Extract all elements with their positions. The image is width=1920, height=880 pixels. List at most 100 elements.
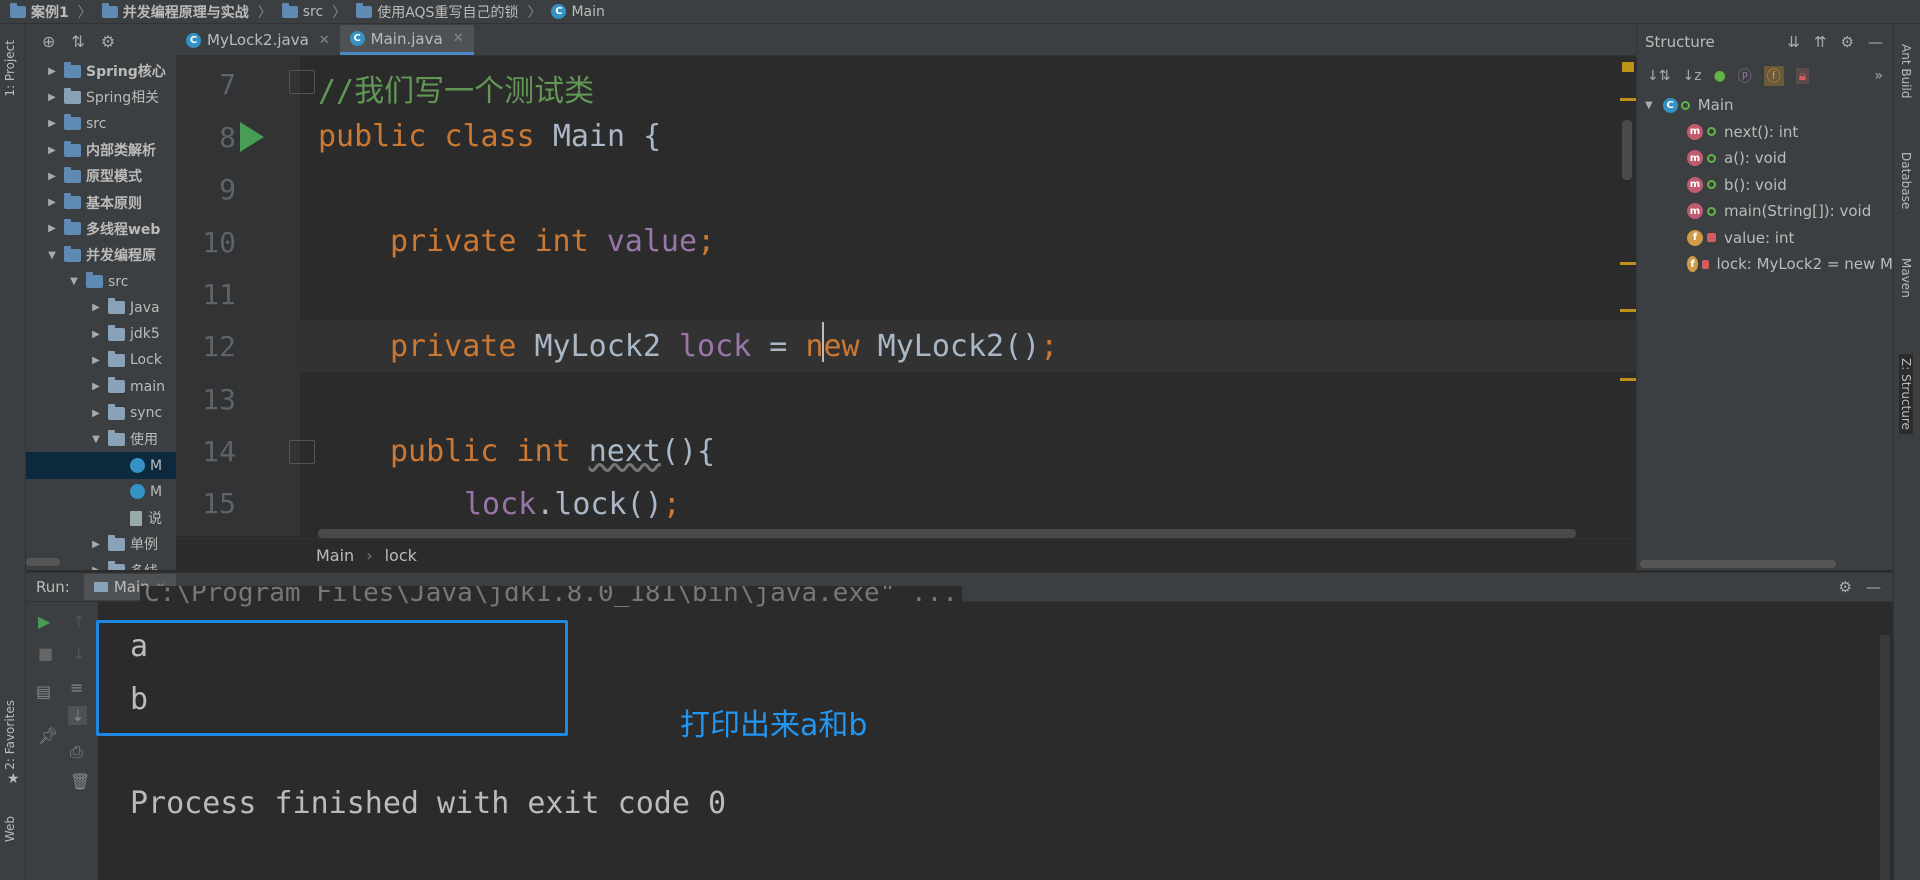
chevron-right-icon[interactable]: ▶	[46, 92, 58, 103]
tree-item[interactable]: ▶ Spring核心	[26, 58, 176, 84]
tree-item[interactable]: ▶ 内部类解析	[26, 137, 176, 163]
gear-icon[interactable]: ⚙	[1839, 578, 1852, 596]
rerun-icon[interactable]: ▶	[38, 612, 50, 631]
scroll-to-end-icon[interactable]: ⇣	[68, 706, 88, 725]
project-tool-tab[interactable]: 1: Project	[3, 40, 17, 97]
maven-tool-tab[interactable]: Maven	[1899, 258, 1913, 298]
expand-all-icon[interactable]: ⇊	[1787, 33, 1800, 51]
run-gutter-icon[interactable]	[240, 122, 264, 152]
close-icon[interactable]: ✕	[453, 31, 464, 46]
tree-item[interactable]: ▼ 并发编程原	[26, 242, 176, 268]
sort-alphabetically-icon[interactable]: ↓z	[1682, 68, 1701, 84]
sort-by-visibility-icon[interactable]: ↓⇅	[1647, 68, 1670, 84]
tree-item[interactable]: ▶ main	[26, 374, 176, 400]
target-icon[interactable]: ⊕	[42, 32, 55, 51]
structure-item[interactable]: f lock: MyLock2 = new M	[1637, 251, 1893, 278]
trash-icon[interactable]: 🗑︎	[70, 772, 90, 791]
breadcrumb-item-class[interactable]: C Main	[551, 4, 605, 20]
soft-wrap-icon[interactable]: ≡	[70, 678, 83, 697]
favorites-tool-tab[interactable]: 2: Favorites	[3, 700, 17, 770]
editor-vertical-scrollbar[interactable]	[1622, 120, 1632, 180]
tree-item[interactable]: ▶ Lock	[26, 347, 176, 373]
up-arrow-icon[interactable]: ↑	[72, 612, 85, 631]
editor-crumb-field[interactable]: lock	[385, 546, 417, 565]
tree-item[interactable]: ▶ Spring相关	[26, 84, 176, 110]
tree-item[interactable]: ▶ 原型模式	[26, 163, 176, 189]
show-fields-icon[interactable]: ⓕ	[1763, 66, 1784, 86]
chevron-right-icon[interactable]: ▶	[46, 197, 58, 208]
chevron-right-icon[interactable]: ▶	[46, 118, 58, 129]
editor-crumb-class[interactable]: Main	[316, 546, 354, 565]
ant-build-tool-tab[interactable]: Ant Build	[1899, 44, 1913, 98]
chevron-right-icon[interactable]: ▶	[46, 223, 58, 234]
gear-icon[interactable]: ⚙	[101, 32, 115, 51]
chevron-down-icon[interactable]: ▼	[46, 250, 58, 261]
gear-icon[interactable]: ⚙	[1841, 33, 1854, 51]
print-icon[interactable]: ⎙	[70, 742, 83, 762]
breadcrumb-item-module[interactable]: 并发编程原理与实战〉	[101, 2, 276, 22]
inherited-icon[interactable]: ●	[1714, 68, 1726, 84]
tree-item[interactable]: ▶ 单例	[26, 531, 176, 557]
show-non-public-icon[interactable]: 🔒︎	[1795, 68, 1810, 84]
structure-item[interactable]: m b(): void	[1637, 172, 1893, 199]
chevron-right-icon[interactable]: ▶	[90, 355, 102, 366]
down-arrow-icon[interactable]: ↓	[72, 644, 85, 663]
stop-icon[interactable]: ■	[38, 644, 53, 663]
tab-mylock2[interactable]: C MyLock2.java ✕	[176, 25, 340, 55]
structure-item[interactable]: m main(String[]): void	[1637, 198, 1893, 225]
tree-item[interactable]: ▶ Java	[26, 295, 176, 321]
structure-tool-tab[interactable]: Z: Structure	[1899, 354, 1913, 434]
chevron-right-icon[interactable]: ▶	[46, 171, 58, 182]
tab-main[interactable]: C Main.java ✕	[339, 25, 474, 55]
tree-item[interactable]: M	[26, 452, 176, 479]
breadcrumb-item-package[interactable]: 使用AQS重写自己的锁〉	[356, 2, 545, 22]
breadcrumb-item-project[interactable]: 案例1 〉	[10, 2, 96, 22]
breadcrumb-item-src[interactable]: src 〉	[281, 2, 350, 22]
structure-item[interactable]: m next(): int	[1637, 119, 1893, 146]
show-properties-icon[interactable]: ⓟ	[1738, 66, 1752, 86]
web-tool-tab[interactable]: Web	[3, 816, 17, 842]
database-tool-tab[interactable]: Database	[1899, 152, 1913, 209]
error-stripe-mark[interactable]	[1620, 98, 1636, 101]
structure-root[interactable]: ▼ C Main	[1637, 92, 1893, 119]
layout-icon[interactable]: ▤	[36, 682, 51, 701]
tree-item[interactable]: ▶ src	[26, 111, 176, 137]
chevron-right-icon[interactable]: ▶	[90, 381, 102, 392]
more-icon[interactable]: »	[1874, 68, 1883, 84]
tree-item[interactable]: ▶ jdk5	[26, 321, 176, 347]
inspection-status-icon[interactable]	[1622, 62, 1634, 72]
chevron-right-icon[interactable]: ▶	[90, 302, 102, 313]
error-stripe-mark[interactable]	[1620, 262, 1636, 265]
chevron-down-icon[interactable]: ▼	[90, 434, 102, 445]
error-stripe-mark[interactable]	[1620, 378, 1636, 381]
structure-item[interactable]: f value: int	[1637, 225, 1893, 252]
chevron-right-icon[interactable]: ▶	[90, 539, 102, 550]
editor-horizontal-scrollbar[interactable]	[318, 529, 1576, 538]
chevron-right-icon[interactable]: ▶	[46, 66, 58, 77]
pin-icon[interactable]: 📌︎	[38, 726, 58, 745]
tree-item[interactable]: ▶ sync	[26, 400, 176, 426]
close-icon[interactable]: ✕	[319, 33, 330, 48]
fold-marker-icon[interactable]	[289, 70, 315, 94]
error-stripe-mark[interactable]	[1620, 309, 1636, 312]
tree-item[interactable]: ▶ 多线程web	[26, 216, 176, 242]
chevron-right-icon[interactable]: ▶	[90, 408, 102, 419]
minimize-icon[interactable]: —	[1868, 33, 1883, 51]
minimize-icon[interactable]: —	[1866, 578, 1881, 596]
structure-scrollbar[interactable]	[1640, 560, 1836, 568]
chevron-right-icon[interactable]: ▶	[46, 145, 58, 156]
tree-item[interactable]: 说	[26, 505, 176, 531]
tree-item[interactable]: ▼ 使用	[26, 426, 176, 452]
tree-item[interactable]: M	[26, 479, 176, 505]
tree-item[interactable]: ▼ src	[26, 268, 176, 294]
fold-marker-icon[interactable]	[289, 440, 315, 464]
chevron-right-icon[interactable]: ▶	[90, 565, 102, 570]
project-scrollbar[interactable]	[26, 558, 60, 566]
collapse-all-icon[interactable]: ⇈	[1814, 33, 1827, 51]
chevron-right-icon[interactable]: ▶	[90, 329, 102, 340]
console-scrollbar[interactable]	[1880, 635, 1890, 880]
tree-item[interactable]: ▶ 基本原则	[26, 189, 176, 215]
structure-item[interactable]: m a(): void	[1637, 145, 1893, 172]
chevron-down-icon[interactable]: ▼	[68, 276, 80, 287]
collapse-icon[interactable]: ⇅	[71, 32, 84, 51]
